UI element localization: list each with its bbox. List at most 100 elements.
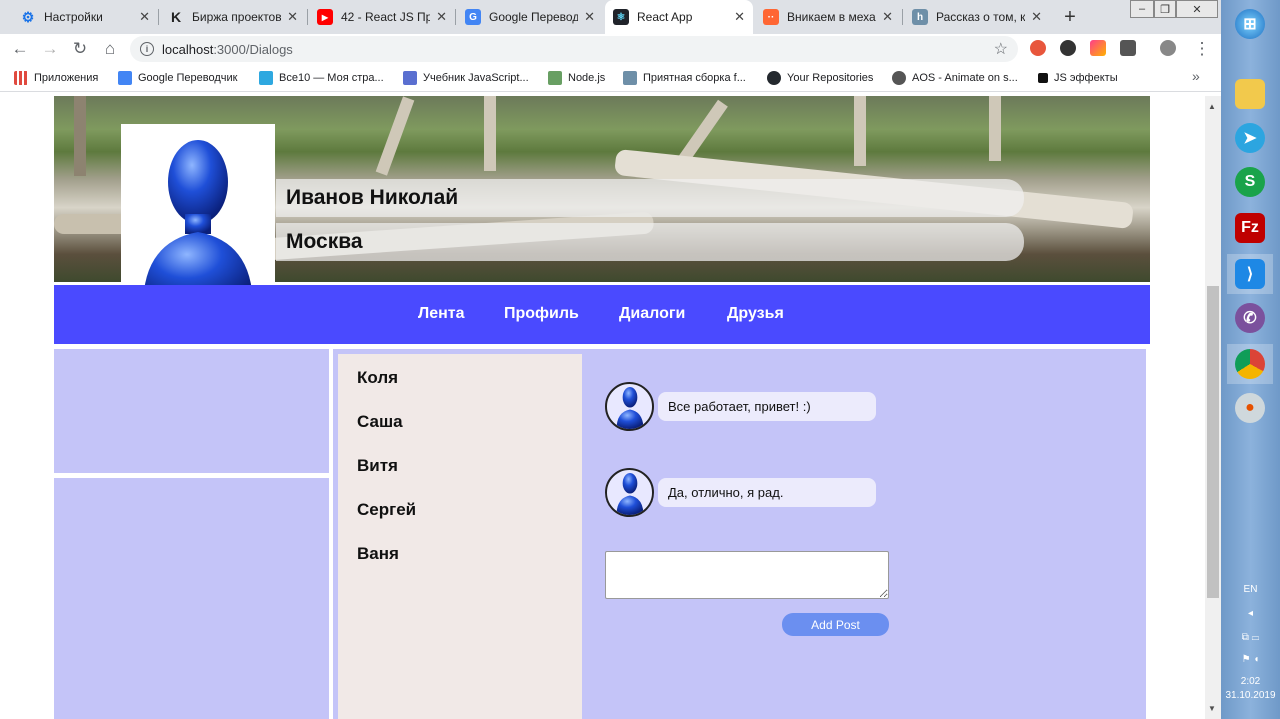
profile-avatar-icon[interactable] (1160, 40, 1176, 56)
scroll-down-icon[interactable]: ▼ (1208, 704, 1216, 713)
extension-target-icon[interactable] (1030, 40, 1046, 56)
browser-tab-kwork[interactable]: K Биржа проектов ✕ (160, 0, 306, 34)
close-window-button[interactable]: ✕ (1176, 0, 1218, 18)
page-viewport: Иванов Николай Москва Лента Профиль Диал… (0, 96, 1205, 719)
nav-link-feed[interactable]: Лента (418, 305, 465, 323)
browser-tab-habr[interactable]: ·· Вникаем в механ ✕ (755, 0, 901, 34)
forward-button[interactable]: → (38, 38, 62, 60)
extension-screenshot-icon[interactable] (1120, 40, 1136, 56)
user-silhouette-icon (616, 472, 643, 515)
dialog-item[interactable]: Ваня (357, 544, 399, 564)
taskbar-telegram[interactable]: ➤ (1227, 118, 1273, 158)
tab-close-icon[interactable]: ✕ (436, 9, 447, 25)
bookmark-star-icon[interactable]: ☆ (994, 39, 1008, 59)
taskbar-chrome[interactable] (1227, 344, 1273, 384)
bookmark-js-book[interactable]: Учебник JavaScript... (403, 70, 529, 86)
react-icon: ⚛ (613, 9, 629, 25)
tab-title: Рассказ о том, ка (936, 10, 1026, 24)
scroll-up-icon[interactable]: ▲ (1208, 102, 1216, 111)
tab-title: Google Переводчик (489, 10, 579, 24)
bookmark-vse10[interactable]: Все10 — Моя стра... (259, 70, 384, 86)
url-host: localhost (162, 41, 214, 57)
tab-close-icon[interactable]: ✕ (882, 9, 893, 25)
tray-network-icon[interactable]: ⧉ ▭ (1221, 632, 1280, 643)
home-button[interactable]: ⌂ (98, 38, 122, 60)
message-item: Все работает, привет! :) (605, 382, 876, 431)
vscode-icon: ⟩ (1235, 259, 1265, 289)
taskbar-filezilla[interactable]: Fz (1227, 208, 1273, 248)
info-icon[interactable]: i (140, 42, 154, 56)
taskbar-explorer[interactable] (1227, 74, 1273, 114)
dialog-item[interactable]: Сергей (357, 500, 416, 520)
dialog-item[interactable]: Витя (357, 456, 398, 476)
browser-tab-youtube[interactable]: ▶ 42 - React JS Пра ✕ (309, 0, 455, 34)
tray-expand-icon[interactable]: ◂ (1221, 608, 1280, 619)
tab-close-icon[interactable]: ✕ (139, 9, 150, 25)
github-icon (767, 71, 781, 85)
bookmark-label: Google Переводчик (138, 72, 238, 84)
browser-tab-react-app[interactable]: ⚛ React App ✕ (605, 0, 753, 34)
address-bar[interactable]: i localhost:3000/Dialogs ☆ (130, 36, 1018, 62)
nav-link-friends[interactable]: Друзья (727, 305, 784, 323)
tray-volume-icon[interactable]: ⚑ ◖ (1221, 654, 1280, 665)
message-text: Все работает, привет! :) (658, 392, 876, 421)
bookmark-apps[interactable]: Приложения (14, 70, 98, 86)
extension-incognito-icon[interactable] (1060, 40, 1076, 56)
back-button[interactable]: ← (8, 38, 32, 60)
palette-icon: ● (1235, 393, 1265, 423)
bookmark-github[interactable]: Your Repositories (767, 70, 873, 86)
bookmarks-overflow-icon[interactable]: » (1192, 68, 1200, 84)
minimize-button[interactable]: – (1130, 0, 1154, 18)
bookmark-label: Учебник JavaScript... (423, 72, 529, 84)
youtube-icon: ▶ (317, 9, 333, 25)
apps-grid-icon (14, 71, 28, 85)
scroll-thumb[interactable] (1207, 286, 1219, 598)
taskbar-skype[interactable]: S (1227, 162, 1273, 202)
nav-link-dialogs[interactable]: Диалоги (619, 305, 685, 323)
tab-close-icon[interactable]: ✕ (584, 9, 595, 25)
tab-title: Настройки (44, 10, 103, 24)
extension-color-icon[interactable] (1090, 40, 1106, 56)
bookmark-sborka[interactable]: Приятная сборка f... (623, 70, 746, 86)
new-post-textarea[interactable] (605, 551, 889, 599)
language-indicator[interactable]: EN (1221, 584, 1280, 595)
bookmark-translate[interactable]: Google Переводчик (118, 70, 238, 86)
bookmark-js-effects[interactable]: JS эффекты (1038, 70, 1118, 86)
bookmark-label: Приложения (34, 72, 99, 84)
maximize-button[interactable]: ❐ (1154, 0, 1176, 18)
h-icon (623, 71, 637, 85)
bookmark-label: Приятная сборка f... (643, 72, 746, 84)
browser-tab-translate[interactable]: G Google Переводчик ✕ (457, 0, 603, 34)
main-nav: Лента Профиль Диалоги Друзья (54, 285, 1150, 344)
taskbar-paint[interactable]: ● (1227, 388, 1273, 428)
tab-close-icon[interactable]: ✕ (287, 9, 298, 25)
dialog-item[interactable]: Коля (357, 368, 398, 388)
bookmark-label: JS эффекты (1054, 72, 1118, 84)
taskbar-vscode[interactable]: ⟩ (1227, 254, 1273, 294)
add-post-button[interactable]: Add Post (782, 613, 889, 636)
clock-date[interactable]: 31.10.2019 (1221, 690, 1280, 701)
bookmark-aos[interactable]: AOS - Animate on s... (892, 70, 1018, 86)
dialog-item[interactable]: Саша (357, 412, 403, 432)
page-scrollbar[interactable]: ▲ ▼ (1205, 96, 1221, 719)
clock-time[interactable]: 2:02 (1221, 676, 1280, 687)
menu-kebab-icon[interactable]: ⋮ (1190, 38, 1214, 60)
js-book-icon (403, 71, 417, 85)
bookmark-label: Все10 — Моя стра... (279, 72, 384, 84)
bookmark-nodejs[interactable]: Node.js (548, 70, 605, 86)
reload-button[interactable]: ↻ (68, 38, 92, 60)
new-tab-button[interactable]: + (1056, 4, 1084, 30)
taskbar-viber[interactable]: ✆ (1227, 298, 1273, 338)
nav-link-profile[interactable]: Профиль (504, 305, 579, 323)
start-button[interactable]: ⊞ (1227, 4, 1273, 44)
bookmark-label: Your Repositories (787, 72, 874, 84)
bookmark-label: Node.js (568, 72, 606, 84)
message-avatar (605, 382, 654, 431)
tab-title: Биржа проектов (192, 10, 282, 24)
browser-tab-settings[interactable]: ⚙ Настройки ✕ (12, 0, 158, 34)
browser-tab-story[interactable]: h Рассказ о том, ка ✕ (904, 0, 1050, 34)
sidebar-panel-top (54, 349, 329, 473)
message-text: Да, отлично, я рад. (658, 478, 876, 507)
tab-close-icon[interactable]: ✕ (1031, 9, 1042, 25)
tab-close-icon[interactable]: ✕ (734, 9, 745, 25)
